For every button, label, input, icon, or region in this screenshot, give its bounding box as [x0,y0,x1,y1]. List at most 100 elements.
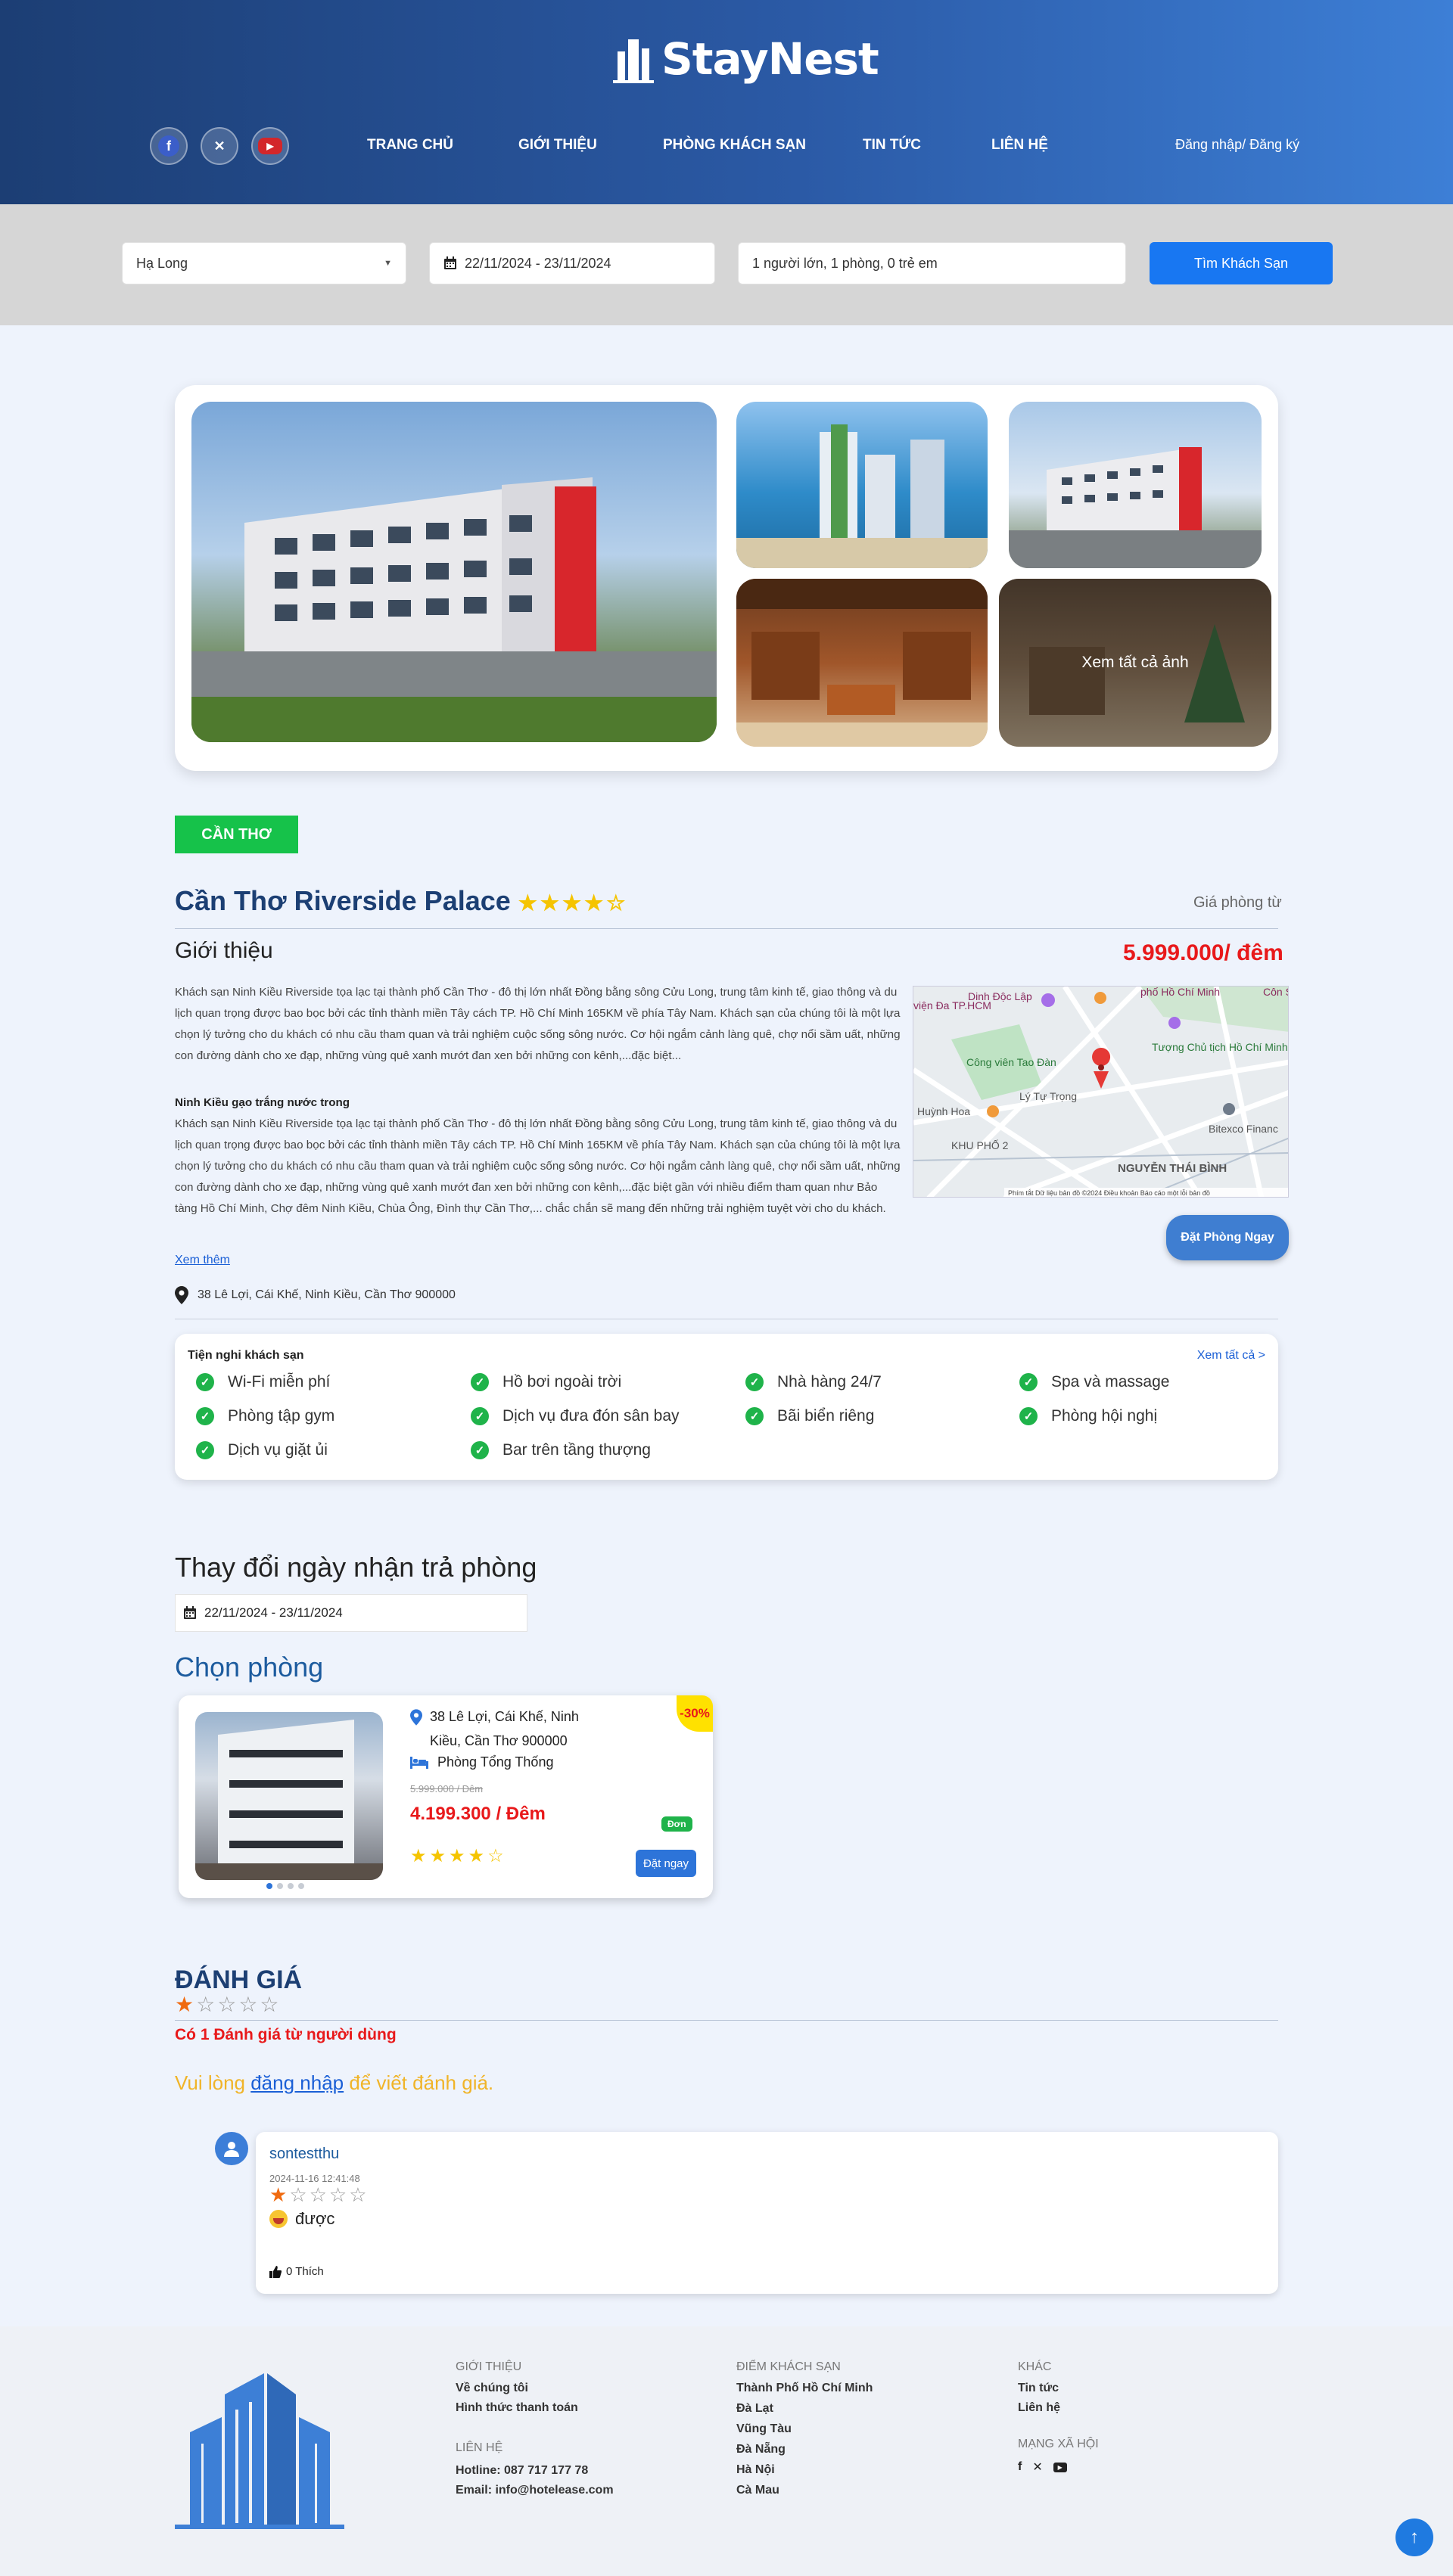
youtube-icon[interactable]: ▶ [1053,2462,1067,2472]
nav-contact[interactable]: LIÊN HỆ [991,137,1048,154]
carousel-dot[interactable] [298,1883,304,1889]
map-label: Tượng Chủ tịch Hồ Chí Minh [1152,1041,1288,1053]
review-count: Có 1 Đánh giá từ người dùng [175,2026,397,2043]
location-select[interactable]: Hạ Long ▼ [122,242,406,284]
like-count: 0 Thích [286,2265,324,2278]
divider [175,2020,1278,2021]
footer-hotline[interactable]: Hotline: 087 717 177 78 [456,2464,588,2478]
laughing-emoji-icon [269,2210,288,2228]
map-pin-icon [175,1286,188,1304]
footer-link-destination[interactable]: Vũng Tàu [736,2422,792,2436]
review-date: 2024-11-16 12:41:48 [269,2173,360,2184]
login-to-review-message: Vui lòng đăng nhập để viết đánh giá. [175,2071,493,2095]
choose-room-heading: Chọn phòng [175,1652,324,1683]
user-icon [224,2142,239,2157]
room-type: Phòng Tổng Thống [410,1754,553,1770]
login-register-link[interactable]: Đăng nhập/ Đăng ký [1175,137,1299,153]
scroll-to-top-button[interactable]: ↑ [1395,2519,1433,2556]
change-dates-value: 22/11/2024 - 23/11/2024 [204,1605,343,1620]
carousel-dot[interactable] [277,1883,283,1889]
amenities-see-all-link[interactable]: Xem tất cả > [1197,1349,1265,1363]
footer-link-about-us[interactable]: Về chúng tôi [456,2382,528,2395]
change-dates-input[interactable]: 22/11/2024 - 23/11/2024 [175,1594,527,1632]
amenity-label: Phòng tập gym [228,1407,335,1425]
check-icon: ✓ [471,1407,489,1425]
amenity-item: ✓ Hồ bơi ngoài trời [471,1373,621,1391]
map-label: Lý Tự Trọng [1019,1090,1077,1102]
amenity-label: Bar trên tầng thượng [502,1441,651,1459]
building-logo-icon [613,39,654,83]
footer-link-destination[interactable]: Hà Nội [736,2463,775,2477]
footer-link-destination[interactable]: Cà Mau [736,2484,779,2497]
room-old-price: 5.999.000 / Đêm [410,1783,484,1794]
guests-input[interactable]: 1 người lớn, 1 phòng, 0 trẻ em [738,242,1126,284]
footer-email[interactable]: Email: info@hotelease.com [456,2484,614,2497]
calendar-icon [444,256,456,269]
check-icon: ✓ [196,1407,214,1425]
map-pin-icon [410,1709,422,1726]
nav-hotel-rooms[interactable]: PHÒNG KHÁCH SẠN [663,137,806,154]
lobby-image [736,579,988,747]
calendar-icon [184,1606,196,1619]
amenities-title: Tiện nghi khách sạn [188,1349,304,1362]
footer-link-news[interactable]: Tin tức [1018,2382,1059,2395]
gallery-main-photo[interactable] [191,402,717,742]
footer-link-contact[interactable]: Liên hệ [1018,2401,1060,2415]
address-text: 38 Lê Lợi, Cái Khế, Ninh Kiều, Cần Thơ 9… [198,1288,456,1301]
hotel-exterior-small-image [1009,447,1262,568]
site-footer: GIỚI THIỆU Về chúng tôi Hình thức thanh … [0,2326,1453,2576]
caret-down-icon: ▼ [384,259,392,268]
carousel-dot[interactable] [288,1883,294,1889]
bed-icon [410,1756,428,1769]
room-occupancy-tag: Đơn [661,1816,692,1832]
review-username[interactable]: sontestthu [269,2146,339,2163]
intro-text: Khách sạn Ninh Kiều Riverside tọa lạc tạ… [175,986,901,1062]
room-card[interactable]: 38 Lê Lợi, Cái Khế, Ninh Kiều, Cần Thơ 9… [179,1695,713,1898]
search-bar: Hạ Long ▼ 22/11/2024 - 23/11/2024 1 ngườ… [0,204,1453,325]
facebook-icon[interactable]: f [1018,2460,1022,2474]
nav-home[interactable]: TRANG CHỦ [367,137,453,154]
like-button[interactable]: 0 Thích [269,2265,324,2278]
login-suffix: để viết đánh giá. [344,2071,494,2094]
x-icon[interactable]: ✕ [1032,2459,1042,2475]
facebook-button[interactable]: f [150,127,188,165]
login-link[interactable]: đăng nhập [250,2071,344,2094]
location-map[interactable]: Dinh Độc Lập phố Hồ Chí Minh Côn Sài Gò … [913,986,1289,1198]
footer-link-destination[interactable]: Thành Phố Hồ Chí Minh [736,2382,873,2395]
review-rating-stars: ★☆☆☆☆ [269,2183,369,2206]
nav-about[interactable]: GIỚI THIỆU [518,137,597,154]
gallery-photo-3[interactable] [1009,402,1262,568]
amenity-label: Dịch vụ đưa đón sân bay [502,1407,680,1425]
check-icon: ✓ [1019,1373,1038,1391]
check-icon: ✓ [1019,1407,1038,1425]
location-value: Hạ Long [136,255,188,271]
gallery-see-all[interactable]: Xem tất cả ảnh [999,579,1271,747]
read-more-link[interactable]: Xem thêm [175,1254,230,1267]
nav-news[interactable]: TIN TỨC [863,137,921,154]
book-now-button[interactable]: Đặt Phòng Ngay [1166,1215,1289,1260]
price-from-label: Giá phòng từ [1193,894,1282,911]
footer-destinations-heading: ĐIỂM KHÁCH SẠN [736,2360,841,2373]
check-icon: ✓ [745,1373,764,1391]
map-label: Côn Sài Gò [1263,987,1289,998]
gallery-photo-4[interactable] [736,579,988,747]
footer-link-payment[interactable]: Hình thức thanh toán [456,2401,578,2415]
book-room-button[interactable]: Đặt ngay [636,1850,696,1877]
carousel-dot[interactable] [266,1883,272,1889]
x-twitter-button[interactable]: ✕ [201,127,238,165]
footer-link-destination[interactable]: Đà Nẵng [736,2443,786,2456]
carousel-dots[interactable] [266,1883,304,1889]
site-header: StayNest f ✕ ▶ TRANG CHỦ GIỚI THIỆU PHÒN… [0,0,1453,204]
footer-social-heading: MẠNG XÃ HỘI [1018,2438,1099,2450]
date-range-input[interactable]: 22/11/2024 - 23/11/2024 [429,242,715,284]
footer-link-destination[interactable]: Đà Lạt [736,2402,773,2416]
gallery-photo-2[interactable] [736,402,988,568]
search-hotel-button[interactable]: Tìm Khách Sạn [1150,242,1333,284]
youtube-button[interactable]: ▶ [251,127,289,165]
review-content: được [269,2209,334,2229]
brand-logo[interactable]: StayNest [613,33,879,85]
map-label: KHU PHỐ 2 [951,1139,1009,1151]
user-avatar-icon [215,2132,248,2165]
intro-heading: Giới thiệu [175,938,273,963]
room-photo[interactable] [195,1712,383,1880]
